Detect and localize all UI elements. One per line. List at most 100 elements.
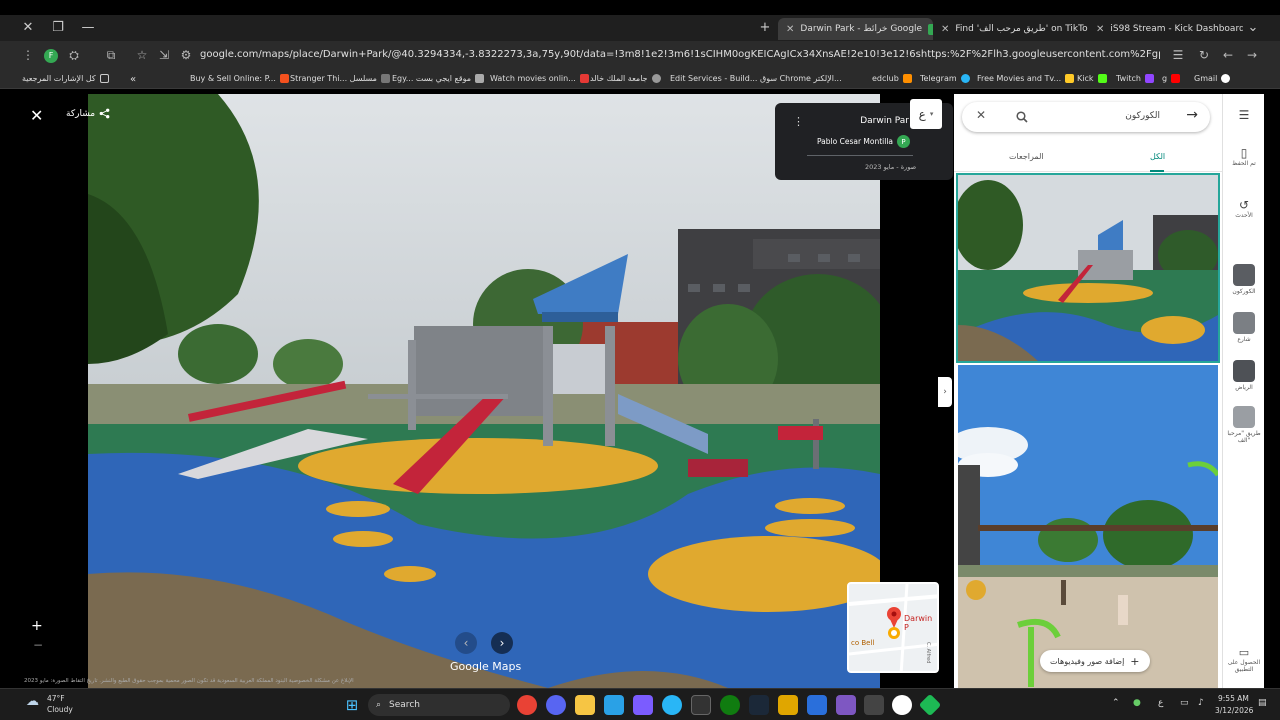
chrome-app-icon[interactable] <box>517 695 537 715</box>
back-arrow-icon[interactable]: → <box>1186 107 1198 123</box>
add-photos-button[interactable]: إضافة صور وفيديوهات + <box>1040 650 1150 672</box>
rail-item-recent-place[interactable]: طريق "مرحبا الف" <box>1223 406 1265 444</box>
search-input[interactable]: الكوركون <box>1125 111 1160 121</box>
rail-item-recent[interactable]: ↺ الأحدث <box>1223 198 1265 219</box>
bookmarks-overflow-button[interactable]: « <box>130 74 136 85</box>
bookmark-icon <box>475 74 484 83</box>
bookmark-item[interactable]: Buy & Sell Online: P... <box>190 74 289 83</box>
forward-icon[interactable]: ← <box>1220 48 1236 62</box>
search-icon[interactable] <box>1016 111 1028 123</box>
volume-icon[interactable]: ♪ <box>1198 698 1204 708</box>
app-icon[interactable] <box>778 695 798 715</box>
zoom-out-button[interactable]: − <box>33 638 43 652</box>
app-icon[interactable] <box>864 695 884 715</box>
share-button[interactable]: مشاركة <box>66 108 110 119</box>
author-avatar[interactable]: P <box>897 135 910 148</box>
menu-kebab-icon[interactable]: ⋮ <box>20 48 36 62</box>
network-icon[interactable]: ▭ <box>1180 698 1189 708</box>
telegram-app-icon[interactable] <box>662 695 682 715</box>
photo-thumbnail[interactable]: إضافة صور وفيديوهات + <box>958 365 1218 688</box>
tune-icon[interactable]: ☰ <box>1170 48 1186 62</box>
collapse-panel-button[interactable]: › <box>938 377 952 407</box>
clock-date[interactable]: 3/12/2026 <box>1215 706 1253 715</box>
bookmark-label: Telegram <box>920 74 957 83</box>
more-options-icon[interactable]: ⋮ <box>793 115 804 128</box>
bookmark-item[interactable]: Watch movies onlin... <box>490 74 589 83</box>
photo-thumbnail-selected[interactable] <box>956 173 1220 363</box>
bookmark-item[interactable]: Egy... موقع ايجي بست <box>392 74 484 83</box>
tray-overflow-icon[interactable]: ⌃ <box>1112 698 1120 708</box>
app-icon[interactable] <box>892 695 912 715</box>
app-icon[interactable] <box>836 695 856 715</box>
install-app-icon[interactable]: ⇲ <box>156 48 172 62</box>
start-button[interactable]: ⊞ <box>342 695 362 715</box>
new-tab-button[interactable]: + <box>758 20 772 35</box>
app-icon[interactable] <box>807 695 827 715</box>
microphone-icon[interactable]: ● <box>1133 698 1141 708</box>
close-tab-icon[interactable]: ✕ <box>786 24 794 35</box>
store-app-icon[interactable] <box>604 695 624 715</box>
zoom-in-button[interactable]: + <box>31 618 43 634</box>
previous-photo-button[interactable]: ‹ <box>455 632 477 654</box>
share-page-icon[interactable]: ⧉ <box>103 48 119 63</box>
input-language[interactable]: ع <box>1158 698 1163 708</box>
tab-tiktok[interactable]: ✕ Find 'طريق مرحب الف' on TikTok <box>933 18 1088 40</box>
profile-avatar[interactable]: F <box>44 49 58 63</box>
taskbar-search[interactable]: ⌕ Search <box>368 694 510 716</box>
site-settings-icon[interactable]: ⚙ <box>178 48 194 62</box>
bookmark-star-icon[interactable]: ☆ <box>134 48 150 62</box>
bookmark-item[interactable]: جامعة الملك خالد <box>590 74 661 83</box>
rail-item-recent-place[interactable]: الرياض <box>1223 360 1265 391</box>
place-thumbnail <box>1233 264 1255 286</box>
close-tab-icon[interactable]: ✕ <box>1096 24 1104 35</box>
tab-reviews[interactable]: المراجعات <box>1009 152 1044 161</box>
language-toggle[interactable]: ع ▾ <box>910 99 942 129</box>
author-name[interactable]: Pablo Cesar Montilla <box>817 137 893 146</box>
steam-app-icon[interactable] <box>749 695 769 715</box>
main-menu-icon[interactable]: ☰ <box>1223 108 1265 122</box>
bookmark-item[interactable]: Stranger Thi... مسلسل <box>290 74 390 83</box>
bookmark-item[interactable]: edclub <box>872 74 912 83</box>
close-window-icon[interactable]: ✕ <box>21 20 35 35</box>
rail-item-saved[interactable]: ▯ تم الحفظ <box>1223 146 1265 167</box>
notification-icon[interactable]: ▤ <box>1258 698 1267 708</box>
rail-item-recent-place[interactable]: الكوركون <box>1223 264 1265 295</box>
weather-temp[interactable]: 47°F <box>47 694 65 703</box>
rail-item-get-app[interactable]: ▭ الحصول على التطبيق <box>1223 646 1265 673</box>
bookmark-item[interactable]: Kick <box>1077 74 1107 83</box>
bookmark-item[interactable]: Telegram <box>920 74 970 83</box>
url-field[interactable]: google.com/maps/place/Darwin+Park/@40.32… <box>200 49 1160 60</box>
minimap[interactable]: Darwin P co Bell C. Alfred <box>847 582 939 673</box>
discord-app-icon[interactable] <box>546 695 566 715</box>
close-viewer-button[interactable]: ✕ <box>30 106 43 125</box>
all-bookmarks-item[interactable]: كل الإشارات المرجعية <box>22 74 109 83</box>
bookmark-item[interactable]: g <box>1162 74 1181 83</box>
app-icon[interactable] <box>918 693 942 717</box>
bookmark-item[interactable]: Edit Services - Build... <box>670 74 757 83</box>
bookmark-item[interactable]: سوق Chrome الإلكتر... <box>760 74 842 83</box>
bookmark-item[interactable]: Gmail <box>1194 74 1231 83</box>
bookmark-item[interactable]: Free Movies and Tv... <box>977 74 1075 83</box>
place-name[interactable]: Darwin Par <box>860 116 909 126</box>
xbox-app-icon[interactable] <box>720 695 740 715</box>
tab-all[interactable]: الكل <box>1150 152 1165 161</box>
street-view-photo[interactable] <box>88 94 880 688</box>
close-tab-icon[interactable]: ✕ <box>941 24 949 35</box>
reload-icon[interactable]: ↻ <box>1196 48 1212 62</box>
tab-kick[interactable]: ✕ iS98 Stream - Kick Dashboard <box>1088 18 1243 40</box>
tab-search-icon[interactable]: ⌄ <box>1246 20 1260 35</box>
app-icon[interactable] <box>691 695 711 715</box>
restore-window-icon[interactable]: ❐ <box>51 20 65 35</box>
bookmark-item[interactable]: Twitch <box>1116 74 1154 83</box>
clock-time[interactable]: 9:55 AM <box>1218 694 1249 703</box>
weather-desc[interactable]: Cloudy <box>47 705 73 714</box>
next-photo-button[interactable]: › <box>491 632 513 654</box>
rail-item-recent-place[interactable]: شارع <box>1223 312 1265 343</box>
clear-search-icon[interactable]: ✕ <box>976 108 986 122</box>
extensions-icon[interactable]: ⛭ <box>66 48 82 63</box>
file-explorer-icon[interactable] <box>575 695 595 715</box>
tab-maps[interactable]: ✕ Darwin Park - خرائط Google <box>778 18 933 40</box>
back-icon[interactable]: → <box>1244 48 1260 62</box>
minimize-window-icon[interactable]: — <box>81 20 95 35</box>
app-icon[interactable] <box>633 695 653 715</box>
